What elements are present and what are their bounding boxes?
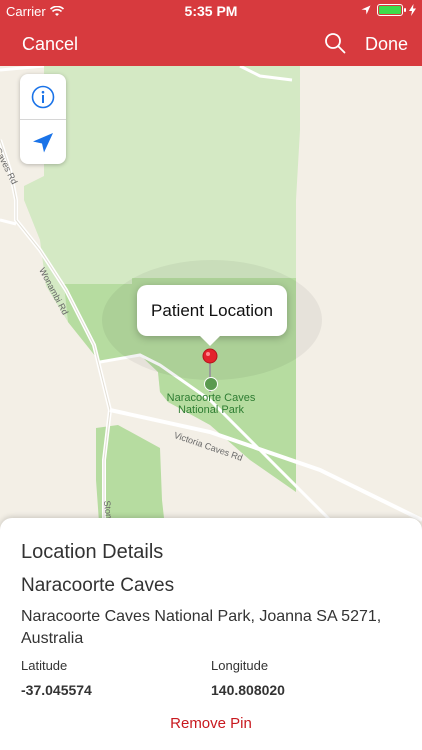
longitude-value: 140.808020 — [211, 682, 285, 698]
location-arrow-icon — [33, 132, 53, 152]
status-time: 5:35 PM — [184, 3, 238, 19]
charging-bolt-icon — [409, 4, 416, 16]
latitude-value: -37.045574 — [21, 682, 92, 698]
done-button[interactable]: Done — [365, 34, 408, 55]
battery-charging-icon — [377, 4, 406, 16]
park-label: Naracoorte Caves National Park — [166, 392, 256, 416]
place-name: Naracoorte Caves — [21, 575, 175, 596]
info-icon — [31, 85, 55, 108]
park-icon — [204, 377, 218, 391]
status-right-group — [361, 4, 416, 16]
cancel-button[interactable]: Cancel — [22, 34, 78, 55]
pin-callout[interactable]: Patient Location — [137, 285, 287, 346]
top-bar: Carrier 5:35 PM Cancel Done — [0, 0, 422, 66]
map-controls — [20, 74, 66, 164]
search-icon[interactable] — [324, 32, 346, 54]
road-label-ston: Ston — [102, 500, 114, 520]
info-button[interactable] — [20, 74, 66, 119]
remove-pin-button[interactable]: Remove Pin — [0, 715, 422, 732]
location-arrow-icon — [361, 5, 371, 15]
navigation-bar: Cancel Done — [0, 22, 422, 66]
latitude-label: Latitude — [21, 658, 68, 673]
location-details-card: Location Details Naracoorte Caves Naraco… — [0, 518, 422, 750]
longitude-label: Longitude — [211, 658, 269, 673]
details-title: Location Details — [21, 541, 164, 563]
address-text: Naracoorte Caves National Park, Joanna S… — [21, 608, 382, 647]
status-bar: Carrier 5:35 PM — [0, 0, 422, 22]
road-left — [0, 218, 17, 226]
locate-me-button[interactable] — [20, 120, 66, 164]
